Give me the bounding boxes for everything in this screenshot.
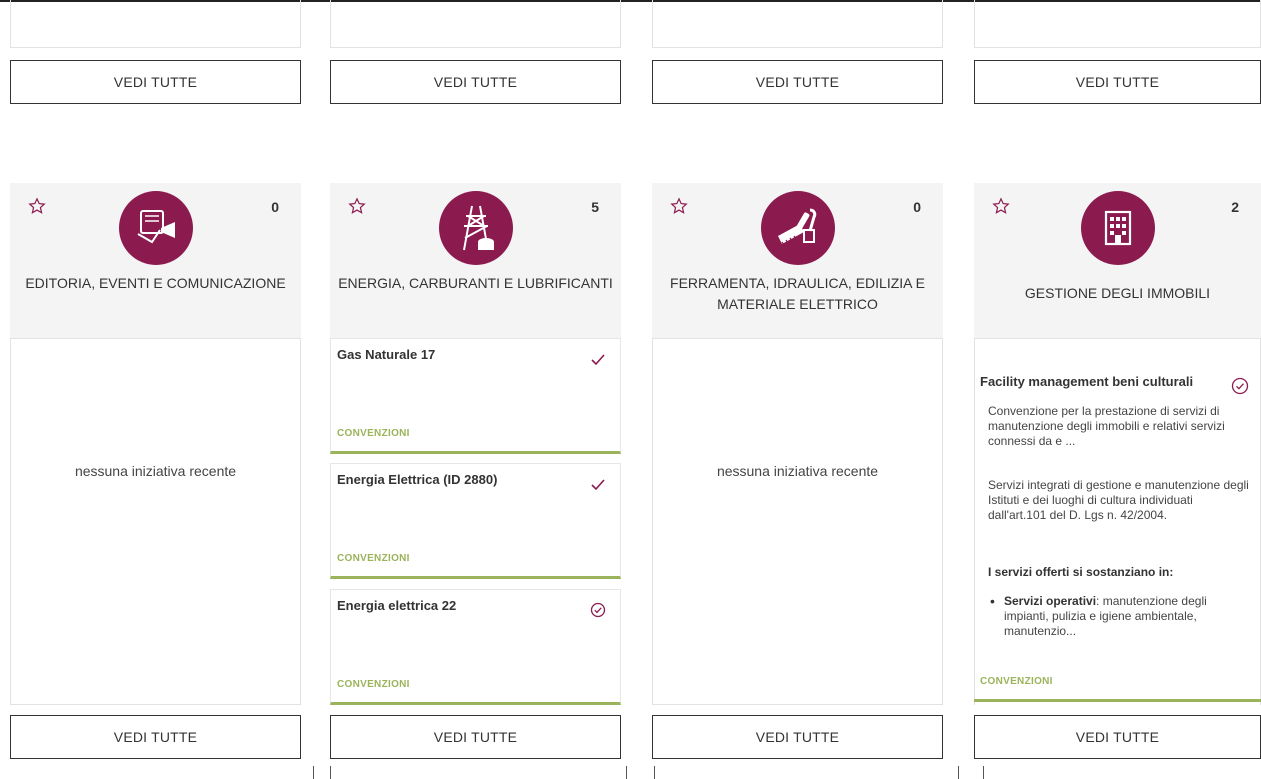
previous-card-body	[974, 0, 1261, 48]
column-divider	[958, 766, 959, 779]
circle-check-icon	[1231, 377, 1249, 395]
services-subtitle: I servizi offerti si sostanziano in:	[988, 565, 1174, 579]
initiative-tag: CONVENZIONI	[980, 676, 1053, 687]
building-icon	[1080, 191, 1155, 265]
initiative-count: 0	[913, 199, 921, 215]
column-divider	[313, 766, 314, 779]
category-body: nessuna iniziativa recente	[652, 338, 943, 705]
service-name: Servizi operativi	[1004, 594, 1097, 608]
initiative-title[interactable]: Gas Naturale 17	[337, 347, 435, 362]
initiative-tag: CONVENZIONI	[337, 428, 410, 439]
initiative-count: 2	[1231, 199, 1239, 215]
category-title: EDITORIA, EVENTI E COMUNICAZIONE	[25, 275, 286, 291]
category-header: 2 GESTIONE DEGLI IMMOBILI	[974, 183, 1261, 338]
category-header: 0 EDITORIA, EVENTI E COMUNICAZIONE	[10, 183, 301, 338]
circle-check-icon	[590, 602, 606, 618]
category-title: ENERGIA, CARBURANTI E LUBRIFICANTI	[338, 275, 613, 291]
initiative-accent-line	[974, 699, 1261, 702]
previous-card-body	[10, 0, 301, 48]
initiative-count: 5	[591, 199, 599, 215]
column-divider	[654, 766, 655, 779]
see-all-button[interactable]: VEDI TUTTE	[652, 60, 943, 104]
initiative-count: 0	[271, 199, 279, 215]
category-title: GESTIONE DEGLI IMMOBILI	[1024, 285, 1211, 301]
category-body: Gas Naturale 17 CONVENZIONI Energia Elet…	[330, 338, 621, 705]
see-all-button[interactable]: VEDI TUTTE	[974, 60, 1261, 104]
category-title: FERRAMENTA, IDRAULICA, EDILIZIA E MATERI…	[670, 275, 925, 312]
star-icon[interactable]	[992, 197, 1010, 215]
power-pylon-icon	[438, 191, 513, 265]
initiative-summary: Convenzione per la prestazione di serviz…	[988, 404, 1225, 448]
column-divider	[983, 766, 984, 779]
initiative-tag: CONVENZIONI	[337, 679, 410, 690]
checkmark-icon	[591, 354, 605, 366]
see-all-button[interactable]: VEDI TUTTE	[652, 715, 943, 759]
see-all-button[interactable]: VEDI TUTTE	[330, 715, 621, 759]
previous-card-body	[330, 0, 621, 48]
initiative-card[interactable]: Gas Naturale 17 CONVENZIONI	[330, 338, 621, 454]
category-header: 5 ENERGIA, CARBURANTI E LUBRIFICANTI	[330, 183, 621, 338]
star-icon[interactable]	[28, 197, 46, 215]
see-all-button[interactable]: VEDI TUTTE	[10, 60, 301, 104]
initiative-description: Servizi integrati di gestione e manutenz…	[988, 478, 1249, 522]
column-divider	[626, 766, 627, 779]
empty-message: nessuna iniziativa recente	[74, 463, 237, 479]
tools-icon	[760, 191, 835, 265]
empty-message: nessuna iniziativa recente	[716, 463, 879, 479]
see-all-button[interactable]: VEDI TUTTE	[974, 715, 1261, 759]
category-header: 0 FERRAMENTA, IDRAULICA, EDILIZIA E MATE…	[652, 183, 943, 338]
checkmark-icon	[591, 479, 605, 491]
star-icon[interactable]	[670, 197, 688, 215]
initiative-card[interactable]: Energia Elettrica (ID 2880) CONVENZIONI	[330, 463, 621, 579]
initiative-title[interactable]: Energia elettrica 22	[337, 598, 456, 613]
megaphone-events-icon	[118, 191, 193, 265]
previous-card-body	[652, 0, 943, 48]
list-item: Servizi operativi: manutenzione degli im…	[988, 594, 1253, 639]
see-all-button[interactable]: VEDI TUTTE	[10, 715, 301, 759]
category-body: nessuna iniziativa recente	[10, 338, 301, 705]
initiative-card[interactable]: Energia elettrica 22 CONVENZIONI	[330, 589, 621, 705]
see-all-button[interactable]: VEDI TUTTE	[330, 60, 621, 104]
services-list: Servizi operativi: manutenzione degli im…	[988, 594, 1253, 639]
initiative-title[interactable]: Facility management beni culturali	[980, 374, 1193, 389]
initiative-tag: CONVENZIONI	[337, 553, 410, 564]
star-icon[interactable]	[348, 197, 366, 215]
initiative-title[interactable]: Energia Elettrica (ID 2880)	[337, 472, 497, 487]
column-divider	[330, 766, 331, 779]
